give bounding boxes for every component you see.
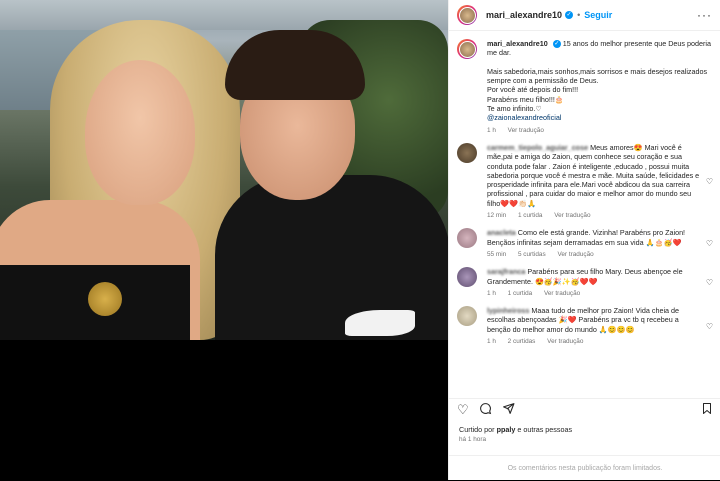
comment-avatar[interactable]	[457, 228, 477, 249]
more-icon[interactable]: ···	[697, 8, 712, 22]
separator-dot: •	[577, 10, 581, 20]
comment-username[interactable]: sarajfranca	[487, 267, 525, 276]
verified-badge-icon: ✓	[552, 40, 561, 49]
comment-translation-link[interactable]: Ver tradução	[547, 338, 583, 345]
post-actions-bar: ♡	[449, 398, 720, 420]
comment-text: Meus amores😍 Mari você é mãe,pai e amiga…	[487, 142, 700, 208]
comments-limited-notice: Os comentários nesta publicação foram li…	[449, 455, 720, 481]
post-photo	[0, 0, 448, 340]
comment-like-heart-icon[interactable]: ♡	[706, 239, 713, 248]
comment-avatar[interactable]	[457, 267, 477, 288]
comments-list[interactable]: mari_alexandre10 ✓ 15 anos do melhor pre…	[449, 31, 720, 391]
comment-item: lypinheiross Maaa tudo de melhor pro Zai…	[449, 298, 720, 346]
comment-meta: 1 h 2 curtidas Ver tradução	[487, 337, 702, 346]
heart-icon[interactable]: ♡	[457, 402, 469, 418]
comment-likes[interactable]: 1 curtida	[508, 290, 533, 297]
comment-item: sarajfranca Parabéns para seu filho Mary…	[449, 259, 720, 298]
comment-avatar[interactable]	[457, 142, 477, 163]
comment-like-heart-icon[interactable]: ♡	[706, 322, 713, 331]
liked-by-prefix: Curtido por	[459, 425, 495, 434]
comment-icon[interactable]	[479, 402, 492, 418]
author-avatar[interactable]	[457, 5, 477, 25]
comment-meta: 1 h 1 curtida Ver tradução	[487, 289, 702, 298]
comment-meta: 12 min 1 curtida Ver tradução	[487, 211, 702, 220]
comment-item: carmem_tiepolo_aguiar_cose Meus amores😍 …	[449, 135, 720, 220]
liked-by-line: Curtido por ppaly e outras pessoas	[459, 425, 572, 434]
comment-like-heart-icon[interactable]: ♡	[706, 278, 713, 287]
share-icon[interactable]	[502, 402, 515, 418]
comment-time[interactable]: 1 h	[487, 338, 496, 345]
comment-time[interactable]: 12 min	[487, 212, 506, 219]
liked-by-user[interactable]: ppaly	[497, 425, 516, 434]
caption-mention[interactable]: @zaionalexandreoficial	[487, 113, 561, 122]
post-side-panel: mari_alexandre10 ✓ • Seguir ··· mari_ale…	[448, 0, 720, 480]
comment-time[interactable]: 55 min	[487, 251, 506, 258]
liked-by-suffix[interactable]: e outras pessoas	[517, 425, 572, 434]
caption-translation-link[interactable]: Ver tradução	[508, 127, 544, 134]
comment-likes[interactable]: 2 curtidas	[508, 338, 536, 345]
comment-item: anacleta Como ele está grande. Vizinha! …	[449, 220, 720, 259]
verified-badge-icon: ✓	[565, 11, 574, 19]
comment-like-heart-icon[interactable]: ♡	[706, 177, 713, 186]
comment-likes[interactable]: 5 curtidas	[518, 251, 546, 258]
comment-meta: 55 min 5 curtidas Ver tradução	[487, 250, 702, 259]
caption-time[interactable]: 1 h	[487, 127, 496, 134]
comment-likes[interactable]: 1 curtida	[518, 212, 543, 219]
bookmark-icon[interactable]	[701, 402, 713, 418]
comment-translation-link[interactable]: Ver tradução	[544, 290, 580, 297]
follow-button[interactable]: Seguir	[584, 10, 612, 20]
comment-username[interactable]: lypinheiross	[487, 306, 529, 315]
caption-username[interactable]: mari_alexandre10	[487, 39, 548, 48]
post-caption: mari_alexandre10 ✓ 15 anos do melhor pre…	[449, 31, 720, 135]
caption-meta: 1 h Ver tradução	[487, 126, 713, 135]
caption-text: 15 anos do melhor presente que Deus pode…	[487, 39, 711, 114]
post-media[interactable]	[0, 0, 448, 480]
comment-avatar[interactable]	[457, 306, 477, 327]
comment-username[interactable]: carmem_tiepolo_aguiar_cose	[487, 143, 588, 152]
comment-username[interactable]: anacleta	[487, 228, 516, 237]
post-timestamp[interactable]: há 1 hora	[459, 436, 486, 443]
comment-time[interactable]: 1 h	[487, 290, 496, 297]
comment-translation-link[interactable]: Ver tradução	[554, 212, 590, 219]
author-username[interactable]: mari_alexandre10	[486, 10, 562, 20]
author-avatar[interactable]	[457, 39, 477, 59]
post-header: mari_alexandre10 ✓ • Seguir ···	[449, 0, 720, 31]
comment-translation-link[interactable]: Ver tradução	[557, 251, 593, 258]
comment-text: Como ele está grande. Vizinha! Parabéns …	[487, 228, 686, 247]
